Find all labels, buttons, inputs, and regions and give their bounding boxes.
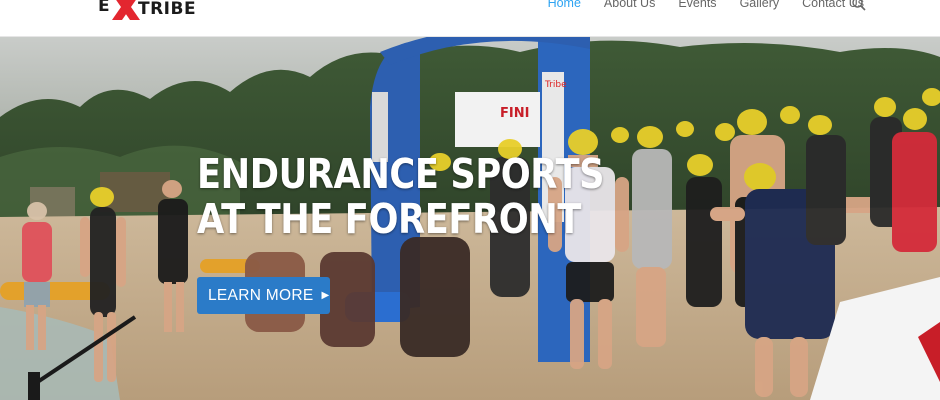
main-nav: Home About Us Events Gallery Contact Us xyxy=(525,0,864,10)
nav-item-gallery[interactable]: Gallery xyxy=(740,0,780,10)
learn-more-label: LEARN MORE xyxy=(208,286,314,304)
hero-banner: Tribe FINI ENDURANCE SPORTS AT THE FOREF… xyxy=(0,37,940,400)
nav-item-about-us[interactable]: About Us xyxy=(604,0,655,10)
hero-title-line-1: ENDURANCE SPORTS xyxy=(197,150,605,198)
nav-item-home[interactable]: Home xyxy=(548,0,581,10)
learn-more-button[interactable]: LEARN MORE ▶ xyxy=(197,277,330,314)
logo-x-icon xyxy=(110,0,142,20)
search-icon[interactable] xyxy=(852,0,866,11)
hero-title-line-2: AT THE FOREFRONT xyxy=(197,195,582,243)
logo-letter-e: E xyxy=(98,0,111,16)
finish-sign-text: FINI xyxy=(500,106,529,121)
logo-wordmark: TRIBE xyxy=(138,0,197,19)
site-logo[interactable]: E TRIBE xyxy=(98,0,196,20)
chevron-right-icon: ▶ xyxy=(321,290,330,301)
arch-brand-text: Tribe xyxy=(544,80,567,90)
site-header: E TRIBE Home About Us Events Gallery Con… xyxy=(0,0,940,37)
nav-item-events[interactable]: Events xyxy=(678,0,716,10)
hero-title: ENDURANCE SPORTS AT THE FOREFRONT xyxy=(197,150,605,243)
